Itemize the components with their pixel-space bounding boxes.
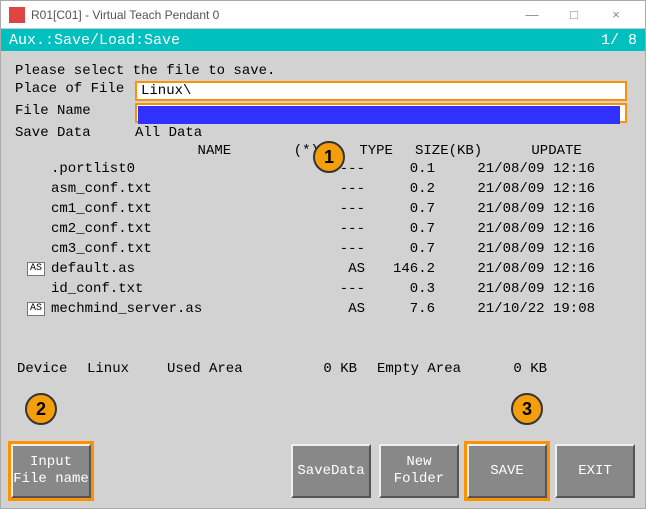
file-size: 0.7 (365, 241, 435, 257)
file-update: 21/08/09 12:16 (435, 201, 595, 217)
header-size: SIZE(KB) (393, 143, 482, 159)
exit-button[interactable]: EXIT (555, 444, 635, 498)
file-size: 0.1 (365, 161, 435, 177)
header-update: UPDATE (482, 143, 631, 159)
file-size: 0.7 (365, 221, 435, 237)
titlebar: R01[C01] - Virtual Teach Pendant 0 — □ × (1, 1, 645, 29)
file-update: 21/08/09 12:16 (435, 181, 595, 197)
file-name: asm_conf.txt (45, 181, 305, 197)
file-name: cm1_conf.txt (45, 201, 305, 217)
file-update: 21/08/09 12:16 (435, 241, 595, 257)
file-name: .portlist0 (45, 161, 305, 177)
filename-label: File Name (15, 103, 135, 123)
header-name: NAME (135, 143, 294, 159)
file-size: 0.3 (365, 281, 435, 297)
file-name: mechmind_server.as (45, 301, 305, 317)
save-button[interactable]: SAVE (467, 444, 547, 498)
file-row[interactable]: id_conf.txt---0.321/08/09 12:16 (27, 279, 631, 299)
button-bar: Input File name SaveData New Folder SAVE… (11, 444, 635, 498)
close-button[interactable]: × (595, 4, 637, 26)
aux-path: Aux.:Save/Load:Save (9, 32, 180, 49)
device-value: Linux (87, 361, 167, 377)
callout-3: 3 (511, 393, 543, 425)
content: Please select the file to save. Place of… (1, 51, 645, 377)
new-folder-button[interactable]: New Folder (379, 444, 459, 498)
callout-1: 1 (313, 141, 345, 173)
app-icon (9, 7, 25, 23)
file-type: --- (305, 221, 365, 237)
minimize-button[interactable]: — (511, 4, 553, 26)
file-type: AS (305, 261, 365, 277)
empty-label: Empty Area (357, 361, 467, 377)
device-label: Device (17, 361, 87, 377)
file-row[interactable]: cm3_conf.txt---0.721/08/09 12:16 (27, 239, 631, 259)
file-type-icon: AS (27, 262, 45, 276)
aux-bar: Aux.:Save/Load:Save 1/ 8 (1, 29, 645, 51)
place-input[interactable]: Linux\ (135, 81, 627, 101)
file-name: cm3_conf.txt (45, 241, 305, 257)
device-row: Device Linux Used Area 0 KB Empty Area 0… (15, 361, 631, 377)
maximize-button[interactable]: □ (553, 4, 595, 26)
input-filename-button[interactable]: Input File name (11, 444, 91, 498)
file-list: .portlist0---0.121/08/09 12:16asm_conf.t… (27, 159, 631, 319)
file-type-icon: AS (27, 302, 45, 316)
window-title: R01[C01] - Virtual Teach Pendant 0 (31, 8, 511, 22)
savedata-value: All Data (135, 125, 202, 141)
file-name: cm2_conf.txt (45, 221, 305, 237)
aux-page: 1/ 8 (601, 32, 637, 49)
filename-cursor (138, 106, 620, 124)
file-update: 21/08/09 12:16 (435, 161, 595, 177)
file-name: id_conf.txt (45, 281, 305, 297)
window: R01[C01] - Virtual Teach Pendant 0 — □ ×… (0, 0, 646, 509)
savedata-label: Save Data (15, 125, 135, 141)
file-type: --- (305, 181, 365, 197)
place-label: Place of File (15, 81, 135, 101)
savedata-button[interactable]: SaveData (291, 444, 371, 498)
used-label: Used Area (167, 361, 277, 377)
file-row[interactable]: cm1_conf.txt---0.721/08/09 12:16 (27, 199, 631, 219)
file-size: 0.7 (365, 201, 435, 217)
file-size: 146.2 (365, 261, 435, 277)
used-value: 0 KB (277, 361, 357, 377)
file-update: 21/08/09 12:16 (435, 261, 595, 277)
file-name: default.as (45, 261, 305, 277)
file-update: 21/08/09 12:16 (435, 221, 595, 237)
file-size: 7.6 (365, 301, 435, 317)
filename-input[interactable] (135, 103, 627, 123)
file-size: 0.2 (365, 181, 435, 197)
file-type: --- (305, 281, 365, 297)
file-row[interactable]: ASdefault.asAS146.221/08/09 12:16 (27, 259, 631, 279)
file-type: --- (305, 201, 365, 217)
file-row[interactable]: cm2_conf.txt---0.721/08/09 12:16 (27, 219, 631, 239)
file-type: AS (305, 301, 365, 317)
file-type: --- (305, 241, 365, 257)
file-row[interactable]: asm_conf.txt---0.221/08/09 12:16 (27, 179, 631, 199)
callout-2: 2 (25, 393, 57, 425)
file-row[interactable]: ASmechmind_server.asAS7.621/10/22 19:08 (27, 299, 631, 319)
prompt-text: Please select the file to save. (15, 63, 275, 79)
file-header: NAME (*) TYPE SIZE(KB) UPDATE (135, 143, 631, 159)
file-update: 21/10/22 19:08 (435, 301, 595, 317)
empty-value: 0 KB (467, 361, 547, 377)
file-update: 21/08/09 12:16 (435, 281, 595, 297)
